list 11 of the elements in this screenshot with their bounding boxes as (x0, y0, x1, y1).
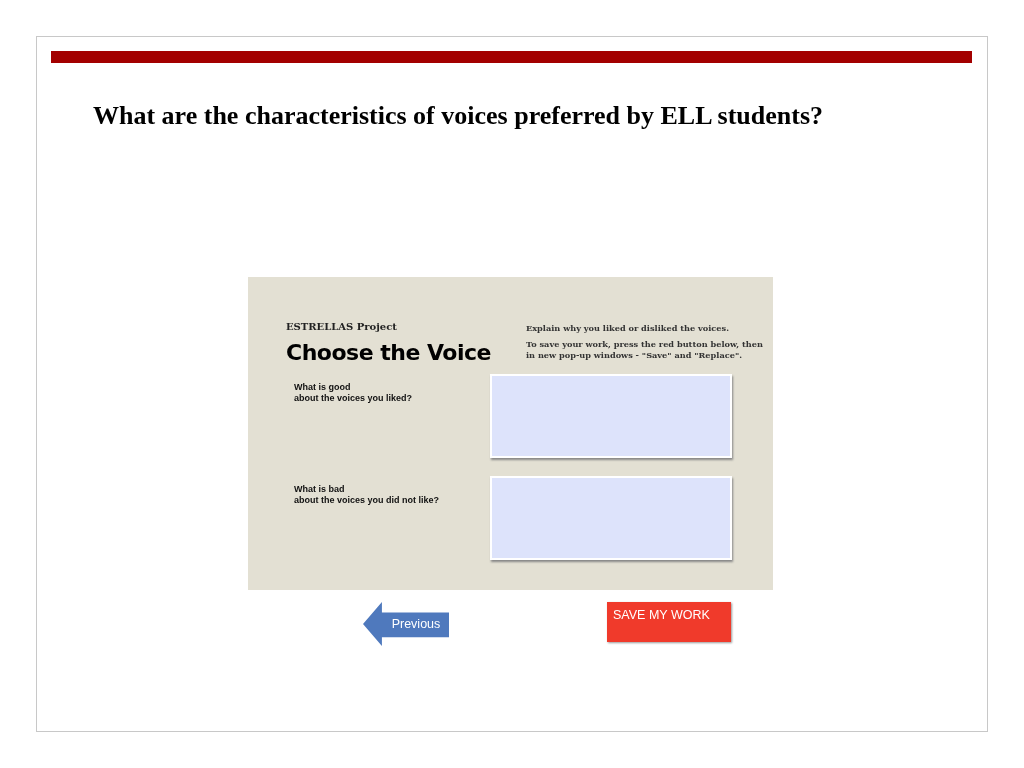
question-label: What is good about the voices you liked? (293, 380, 414, 404)
answer-box[interactable] (490, 373, 732, 458)
previous-button[interactable]: Previous (363, 602, 449, 646)
save-button[interactable]: SAVE MY WORK (607, 602, 731, 642)
page-heading: Choose the Voice (286, 340, 492, 365)
slide-title: What are the characteristics of voices preferred by ELL students? (93, 101, 825, 131)
question-label: What is bad about the voices you did not like? (293, 482, 440, 506)
answer-box[interactable] (490, 475, 732, 560)
instruction-text: To save your work, press the red button below, then in new pop-up windows - "Save" and "Replace". (526, 339, 764, 360)
project-name: ESTRELLAS Project (286, 321, 398, 332)
instruction-text: Explain why you liked or disliked the voices. (526, 323, 730, 334)
